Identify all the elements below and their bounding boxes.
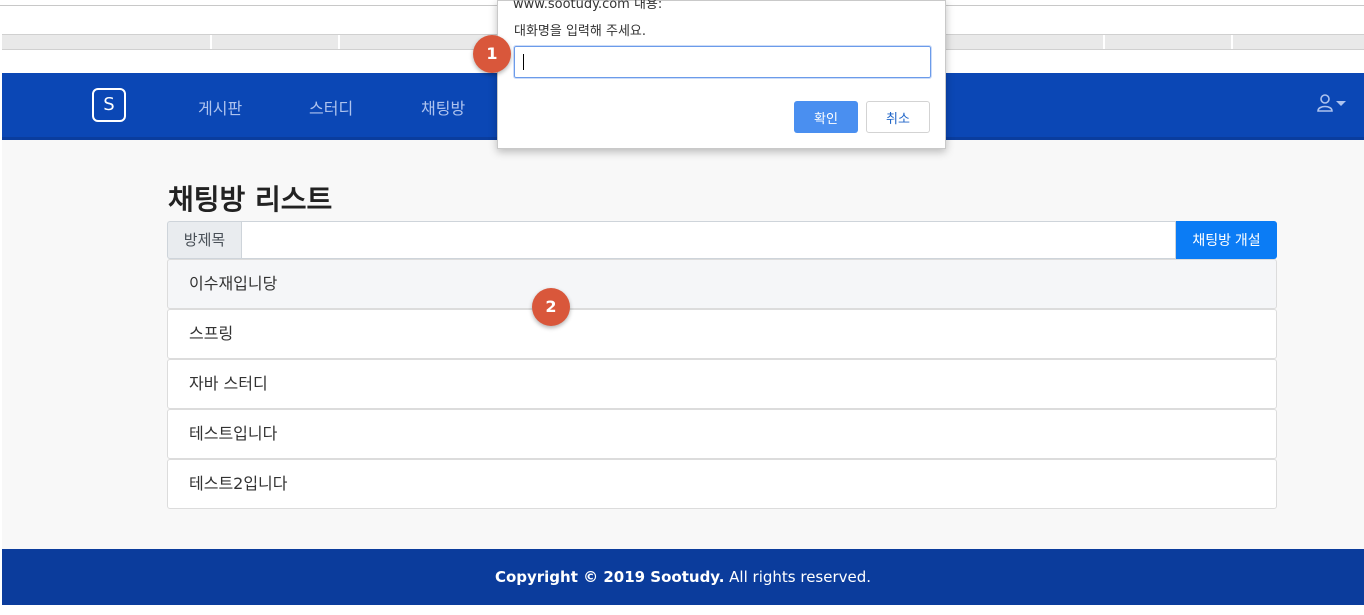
list-item[interactable]: 스프링 bbox=[167, 309, 1277, 359]
nav-link-board[interactable]: 게시판 bbox=[198, 95, 242, 119]
footer: Copyright © 2019 Sootudy. All rights res… bbox=[2, 549, 1364, 605]
list-item[interactable]: 테스트입니다 bbox=[167, 409, 1277, 459]
prompt-dialog: www.sootudy.com 내용: 대화명을 입력해 주세요. 확인 취소 bbox=[497, 0, 946, 149]
tab-separator bbox=[210, 35, 212, 49]
room-search-bar: 방제목 채팅방 개설 bbox=[167, 221, 1277, 259]
chat-room-list: 이수재입니당 스프링 자바 스터디 테스트입니다 테스트2입니다 bbox=[167, 259, 1277, 509]
annotation-badge-2: 2 bbox=[532, 288, 570, 326]
user-menu-dropdown[interactable] bbox=[1317, 94, 1346, 112]
room-title-input[interactable] bbox=[241, 221, 1176, 259]
list-item[interactable]: 테스트2입니다 bbox=[167, 459, 1277, 509]
browser-page: S 게시판 스터디 채팅방 채팅방 리스트 방제목 채팅방 개설 이수재입니당 … bbox=[0, 0, 1364, 615]
nickname-input[interactable] bbox=[513, 45, 932, 79]
footer-copyright-bold: Copyright © 2019 Sootudy. bbox=[494, 568, 725, 586]
tab-separator bbox=[1231, 35, 1233, 49]
web-content: S 게시판 스터디 채팅방 채팅방 리스트 방제목 채팅방 개설 이수재입니당 … bbox=[2, 73, 1364, 605]
brand-logo[interactable]: S bbox=[92, 88, 126, 122]
nav-link-chat[interactable]: 채팅방 bbox=[421, 95, 465, 119]
page-title: 채팅방 리스트 bbox=[168, 183, 333, 216]
dialog-origin: www.sootudy.com 내용: bbox=[513, 0, 663, 12]
nav-link-study[interactable]: 스터디 bbox=[309, 95, 353, 119]
user-icon bbox=[1317, 94, 1333, 112]
search-addon-label: 방제목 bbox=[167, 221, 241, 259]
annotation-badge-1: 1 bbox=[473, 35, 511, 73]
list-item[interactable]: 자바 스터디 bbox=[167, 359, 1277, 409]
footer-copyright-rest: All rights reserved. bbox=[724, 568, 872, 586]
list-item[interactable]: 이수재입니당 bbox=[167, 259, 1277, 309]
tab-separator bbox=[338, 35, 340, 49]
create-room-button[interactable]: 채팅방 개설 bbox=[1176, 221, 1277, 259]
tab-separator bbox=[1103, 35, 1105, 49]
chevron-down-icon bbox=[1336, 100, 1346, 106]
text-cursor bbox=[523, 54, 524, 70]
dialog-message: 대화명을 입력해 주세요. bbox=[514, 24, 646, 39]
cancel-button[interactable]: 취소 bbox=[866, 101, 930, 133]
ok-button[interactable]: 확인 bbox=[794, 101, 858, 133]
